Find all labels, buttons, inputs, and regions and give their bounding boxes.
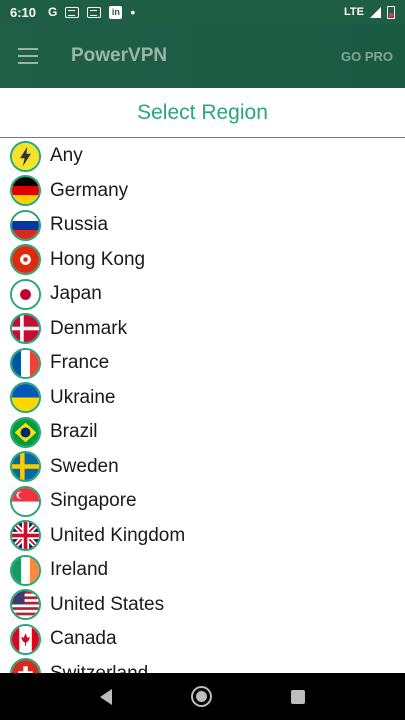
region-name: Singapore xyxy=(50,490,137,512)
switzerland-flag-icon xyxy=(10,658,41,673)
message-notification-icon xyxy=(65,6,80,18)
region-item-singapore[interactable]: Singapore xyxy=(0,484,405,519)
region-name: France xyxy=(50,352,110,374)
status-bar: 6:10 G in • LTE xyxy=(0,0,405,24)
region-item-brazil[interactable]: Brazil xyxy=(0,415,405,450)
region-name: Denmark xyxy=(50,317,128,339)
region-list[interactable]: Any Germany Russia Hong Kong Japan Denma… xyxy=(0,139,405,673)
region-name: Canada xyxy=(50,628,117,650)
france-flag-icon xyxy=(10,347,41,379)
us-flag-icon xyxy=(10,589,41,621)
navigation-bar xyxy=(0,673,405,720)
russia-flag-icon xyxy=(10,209,41,241)
hong-kong-flag-icon xyxy=(10,244,41,276)
recent-apps-icon[interactable] xyxy=(290,689,305,704)
region-item-russia[interactable]: Russia xyxy=(0,208,405,243)
region-item-sweden[interactable]: Sweden xyxy=(0,450,405,485)
region-item-any[interactable]: Any xyxy=(0,139,405,174)
app-bar: PowerVPN GO PRO xyxy=(0,24,405,88)
region-item-japan[interactable]: Japan xyxy=(0,277,405,312)
region-header: Select Region xyxy=(0,88,405,138)
region-name: Hong Kong xyxy=(50,248,146,270)
region-name: Switzerland xyxy=(50,663,148,673)
lightning-icon xyxy=(10,140,41,172)
denmark-flag-icon xyxy=(10,313,41,345)
region-item-ireland[interactable]: Ireland xyxy=(0,553,405,588)
message-notification-icon-2 xyxy=(87,6,102,18)
region-name: Russia xyxy=(50,214,109,236)
ukraine-flag-icon xyxy=(10,382,41,414)
region-name: Sweden xyxy=(50,455,119,477)
hamburger-menu-icon[interactable] xyxy=(18,48,38,64)
signal-icon xyxy=(370,6,381,18)
region-name: Germany xyxy=(50,179,129,201)
region-name: United States xyxy=(50,593,165,615)
region-item-switzerland[interactable]: Switzerland xyxy=(0,657,405,673)
sweden-flag-icon xyxy=(10,451,41,483)
region-item-ukraine[interactable]: Ukraine xyxy=(0,381,405,416)
ireland-flag-icon xyxy=(10,554,41,586)
region-item-canada[interactable]: Canada xyxy=(0,622,405,657)
region-name: Ireland xyxy=(50,559,109,581)
region-item-united-kingdom[interactable]: United Kingdom xyxy=(0,519,405,554)
battery-icon xyxy=(387,5,395,19)
vpn-region-screen: 6:10 G in • LTE PowerVPN GO PRO Select R… xyxy=(0,0,405,720)
status-time: 6:10 xyxy=(10,4,37,20)
region-title: Select Region xyxy=(137,100,268,124)
region-name: Brazil xyxy=(50,421,98,443)
google-notification-icon: G xyxy=(48,5,58,19)
region-item-france[interactable]: France xyxy=(0,346,405,381)
germany-flag-icon xyxy=(10,175,41,207)
uk-flag-icon xyxy=(10,520,41,552)
linkedin-notification-icon: in xyxy=(109,5,123,19)
region-name: Ukraine xyxy=(50,386,116,408)
region-item-hong-kong[interactable]: Hong Kong xyxy=(0,243,405,278)
region-item-denmark[interactable]: Denmark xyxy=(0,312,405,347)
more-notifications-dot: • xyxy=(130,4,136,20)
region-item-germany[interactable]: Germany xyxy=(0,174,405,209)
japan-flag-icon xyxy=(10,278,41,310)
region-name: Japan xyxy=(50,283,102,305)
region-item-united-states[interactable]: United States xyxy=(0,588,405,623)
back-icon[interactable] xyxy=(100,688,113,705)
app-title: PowerVPN xyxy=(71,45,168,66)
go-pro-button[interactable]: GO PRO xyxy=(341,49,393,64)
network-type: LTE xyxy=(344,6,364,18)
home-icon[interactable] xyxy=(192,688,210,705)
canada-flag-icon xyxy=(10,623,41,655)
singapore-flag-icon xyxy=(10,485,41,517)
status-right: LTE xyxy=(344,5,395,19)
region-name: Any xyxy=(50,145,83,167)
region-name: United Kingdom xyxy=(50,524,186,546)
brazil-flag-icon xyxy=(10,416,41,448)
